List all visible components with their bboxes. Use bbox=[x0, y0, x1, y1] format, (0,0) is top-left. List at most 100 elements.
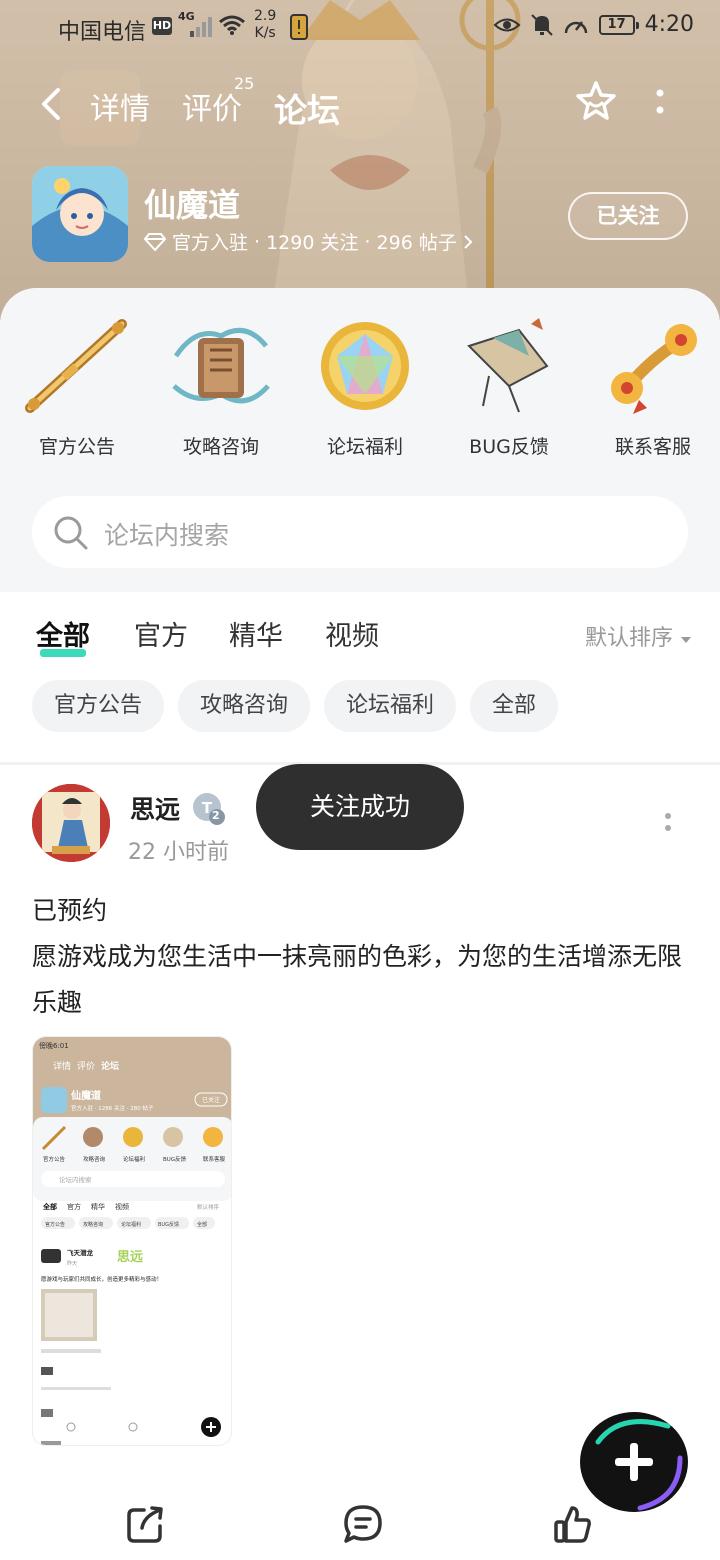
entry-service[interactable]: 联系客服 bbox=[586, 316, 720, 459]
entry-welfare[interactable]: 论坛福利 bbox=[298, 316, 432, 459]
chip-announcement[interactable]: 官方公告 bbox=[32, 680, 165, 732]
thumb-tab: 精华 bbox=[91, 1202, 105, 1211]
post-time: 22 小时前 bbox=[128, 840, 229, 865]
staff-icon bbox=[25, 319, 127, 413]
thumb-tab: 全部 bbox=[42, 1202, 57, 1211]
chip-all[interactable]: 全部 bbox=[470, 680, 559, 732]
eye-icon bbox=[493, 18, 521, 31]
caret-down-icon bbox=[681, 637, 691, 643]
chevron-right-icon[interactable] bbox=[463, 234, 473, 250]
gem-icon bbox=[321, 322, 409, 410]
review-count-badge: 25 bbox=[234, 74, 255, 93]
mute-icon bbox=[530, 13, 553, 36]
plus-icon bbox=[615, 1443, 653, 1481]
filter-tab-official[interactable]: 官方 bbox=[134, 614, 188, 653]
back-icon[interactable] bbox=[38, 86, 64, 122]
entry-guide[interactable]: 攻略咨询 bbox=[154, 316, 288, 459]
thumb-game: 仙魔道 bbox=[71, 1089, 101, 1102]
net-speed: 2.9 K/s bbox=[254, 8, 276, 42]
thumb-chip: 攻略咨询 bbox=[83, 1221, 103, 1228]
tab-review-label: 评价 bbox=[182, 92, 242, 127]
meta-separator: · bbox=[364, 230, 371, 253]
favorite-star-icon[interactable] bbox=[574, 80, 618, 124]
toast: 关注成功 bbox=[256, 764, 464, 850]
entry-bug[interactable]: BUG反馈 bbox=[442, 316, 576, 459]
official-badge: 官方入驻 bbox=[172, 232, 249, 254]
scroll-icon bbox=[172, 327, 270, 404]
thumb-follow: 已关注 bbox=[202, 1096, 220, 1104]
sort-dropdown[interactable]: 默认排序 bbox=[585, 620, 692, 652]
hd-badge: HD bbox=[152, 17, 172, 35]
post-image[interactable]: 傍晚6:01 详情 评价 论坛 仙魔道 官方入驻 · 1286 关注 · 280… bbox=[32, 1036, 232, 1446]
thumb-text: 愿游戏与玩家们共同成长，创造更多精彩与感动！ bbox=[41, 1275, 162, 1283]
follow-button[interactable]: 已关注 bbox=[568, 192, 688, 240]
filter-tabs: 全部 官方 精华 视频 默认排序 bbox=[0, 612, 720, 664]
search-icon bbox=[54, 516, 88, 550]
entry-announcement[interactable]: 官方公告 bbox=[10, 316, 144, 459]
forum-panel: 官方公告 攻略咨询 论坛福利 BUG反馈 联系客服 论坛内搜索 bbox=[0, 288, 720, 592]
net-speed-unit: K/s bbox=[254, 25, 276, 41]
entry-label: 联系客服 bbox=[614, 436, 691, 458]
thumb-nav: 论坛 bbox=[101, 1060, 119, 1072]
tab-forum[interactable]: 论坛 bbox=[274, 84, 340, 134]
thumb-user: 飞天潜龙 bbox=[67, 1248, 94, 1257]
signal-icon bbox=[190, 17, 212, 37]
sort-label: 默认排序 bbox=[584, 626, 673, 651]
ruyi-icon bbox=[611, 324, 697, 414]
thumb-entry: BUG反馈 bbox=[163, 1155, 187, 1163]
post-content[interactable]: 已预约 愿游戏成为您生活中一抹亮丽的色彩，为您的生活增添无限乐趣 bbox=[32, 888, 692, 1026]
level-badge-icon: T bbox=[193, 793, 225, 825]
thumb-status: 傍晚6:01 bbox=[39, 1041, 69, 1050]
game-icon[interactable] bbox=[32, 166, 128, 262]
post-username[interactable]: 思远 bbox=[130, 790, 180, 826]
entry-label: 论坛福利 bbox=[326, 436, 403, 458]
search-placeholder: 论坛内搜索 bbox=[104, 521, 230, 550]
thumb-meta: 官方入驻 · 1286 关注 · 280 帖子 bbox=[71, 1104, 154, 1112]
post-more-icon[interactable] bbox=[660, 812, 676, 838]
thumb-watermark: 思远 bbox=[117, 1250, 143, 1265]
entry-label: BUG反馈 bbox=[469, 436, 549, 458]
category-chips: 官方公告 攻略咨询 论坛福利 全部 bbox=[32, 680, 559, 732]
carrier-label: 中国电信 bbox=[58, 20, 147, 45]
filter-tab-video[interactable]: 视频 bbox=[325, 614, 379, 653]
thumb-search: 论坛内搜索 bbox=[59, 1175, 92, 1184]
thumb-entry: 官方公告 bbox=[43, 1155, 66, 1163]
thumb-tab: 官方 bbox=[67, 1202, 81, 1211]
filter-tab-featured[interactable]: 精华 bbox=[229, 614, 283, 653]
thumb-chip: 全部 bbox=[197, 1221, 207, 1228]
avatar-art bbox=[32, 784, 110, 862]
comment-icon[interactable] bbox=[342, 1504, 384, 1544]
thumb-chip: 官方公告 bbox=[45, 1221, 65, 1228]
tab-review[interactable]: 评价 25 bbox=[182, 74, 254, 128]
follower-count: 1290 关注 bbox=[266, 232, 359, 254]
entry-label: 攻略咨询 bbox=[182, 436, 259, 458]
thumb-sort: 默认排序 bbox=[197, 1203, 220, 1211]
tab-detail[interactable]: 详情 bbox=[90, 84, 150, 128]
post-line: 愿游戏成为您生活中一抹亮丽的色彩，为您的生活增添无限乐趣 bbox=[32, 942, 683, 1017]
net-speed-value: 2.9 bbox=[254, 8, 277, 24]
clock: 4:20 bbox=[644, 12, 694, 37]
level-number: 2 bbox=[212, 809, 220, 822]
thumb-tab: 视频 bbox=[115, 1202, 129, 1211]
chip-welfare[interactable]: 论坛福利 bbox=[324, 680, 457, 732]
chip-guide[interactable]: 攻略咨询 bbox=[178, 680, 311, 732]
quick-entries: 官方公告 攻略咨询 论坛福利 BUG反馈 联系客服 bbox=[0, 316, 720, 459]
alert-icon bbox=[290, 14, 308, 40]
thumb-entry: 论坛福利 bbox=[123, 1155, 145, 1163]
post-line: 已预约 bbox=[32, 896, 108, 925]
wifi-icon bbox=[219, 15, 245, 35]
share-icon[interactable] bbox=[126, 1504, 166, 1544]
like-icon[interactable] bbox=[554, 1504, 592, 1544]
forum-search-input[interactable]: 论坛内搜索 bbox=[32, 496, 688, 568]
thumb-nav: 评价 bbox=[77, 1061, 95, 1072]
thumb-time: 昨天 bbox=[67, 1260, 77, 1267]
post-count[interactable]: 296 帖子 bbox=[377, 228, 457, 255]
more-vertical-icon[interactable] bbox=[654, 88, 666, 118]
thumb-entry: 攻略咨询 bbox=[83, 1155, 106, 1163]
filter-tab-all[interactable]: 全部 bbox=[36, 614, 90, 657]
game-meta: 官方入驻 · 1290 关注 · 296 帖子 bbox=[144, 228, 473, 255]
status-bar: 中国电信 HD 4G 2.9 K/s 17 4:20 bbox=[0, 0, 720, 56]
game-icon-art bbox=[32, 166, 128, 262]
kite-icon bbox=[467, 318, 549, 413]
avatar[interactable] bbox=[32, 784, 110, 862]
